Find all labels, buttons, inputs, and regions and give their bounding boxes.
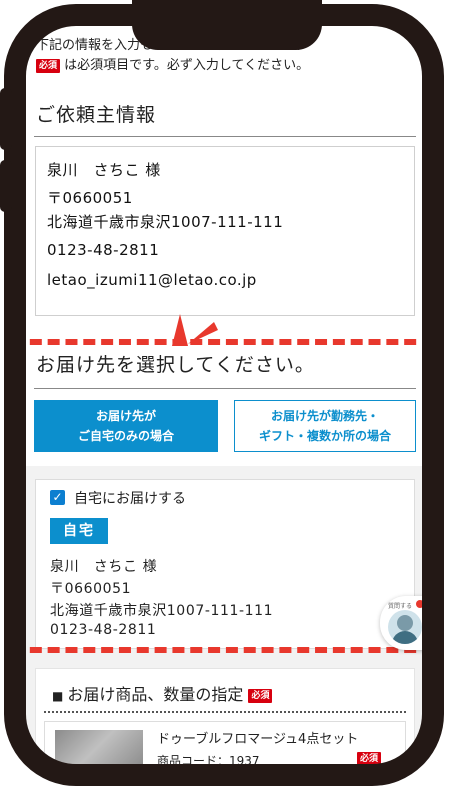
- home-name: 泉川 さちこ 様: [50, 559, 158, 575]
- client-name: 泉川 さちこ 様: [47, 161, 161, 179]
- client-info-box: 泉川 さちこ 様 〒0660051 北海道千歳市泉沢1007-111-111 0…: [35, 146, 415, 316]
- notification-dot: [416, 600, 424, 608]
- phone-mockup: 下記の情報を入力もしくは、ご選択ください。 必須 は必須項目です。必ず入力してく…: [0, 0, 450, 790]
- phone-notch: [132, 0, 322, 50]
- home-tag: 自宅: [50, 518, 108, 544]
- product-code: 商品コード：1937: [157, 754, 260, 764]
- home-address: 北海道千歳市泉沢1007-111-111: [50, 603, 274, 619]
- client-postal: 〒0660051: [47, 189, 133, 207]
- tab-other-delivery[interactable]: お届け先が勤務先・ ギフト・複数か所の場合: [234, 400, 416, 452]
- client-address: 北海道千歳市泉沢1007-111-111: [47, 213, 284, 231]
- phone-side-button: [0, 88, 12, 150]
- products-section: ■ お届け商品、数量の指定 必須 ドゥーブルフロマージュ4点セット 商品コード：1…: [35, 668, 415, 764]
- divider: [34, 388, 416, 389]
- screen: 下記の情報を入力もしくは、ご選択ください。 必須 は必須項目です。必ず入力してく…: [26, 26, 424, 764]
- intro-line-2: 必須 は必須項目です。必ず入力してください。: [36, 56, 416, 76]
- home-address-card: ✓ 自宅にお届けする 自宅 泉川 さちこ 様 〒0660051 北海道千歳市泉沢…: [35, 479, 415, 649]
- client-section-title: ご依頼主情報: [36, 104, 157, 126]
- product-thumbnail: [55, 730, 143, 764]
- product-name: ドゥーブルフロマージュ4点セット: [157, 732, 359, 747]
- home-postal: 〒0660051: [50, 581, 132, 597]
- client-email: letao_izumi11@letao.co.jp: [47, 271, 257, 289]
- client-phone: 0123-48-2811: [47, 241, 160, 259]
- intro-line-2-text: は必須項目です。必ず入力してください。: [64, 58, 310, 73]
- required-badge: 必須: [36, 58, 61, 73]
- home-delivery-checkbox-label[interactable]: 自宅にお届けする: [74, 488, 186, 508]
- dotted-divider: [44, 711, 406, 713]
- phone-side-button: [0, 160, 12, 212]
- products-title-text: お届け商品、数量の指定: [67, 685, 244, 704]
- required-badge: 必須: [248, 688, 273, 703]
- chat-widget-button[interactable]: 質問する: [380, 596, 424, 650]
- tab-home-delivery[interactable]: お届け先が ご自宅のみの場合: [34, 400, 218, 452]
- destination-section-title: お届け先を選択してください。: [36, 354, 315, 376]
- required-badge: 必須: [356, 752, 381, 764]
- operator-avatar-icon: [388, 610, 422, 644]
- home-delivery-checkbox[interactable]: ✓: [50, 490, 65, 505]
- product-item: ドゥーブルフロマージュ4点セット 商品コード：1937 必須: [44, 721, 406, 764]
- square-bullet-icon: ■: [52, 689, 64, 703]
- products-title: ■ お届け商品、数量の指定 必須: [52, 681, 273, 705]
- chat-label: 質問する: [388, 603, 413, 610]
- divider: [34, 136, 416, 137]
- attention-accent-icon: [172, 314, 218, 346]
- home-phone: 0123-48-2811: [50, 622, 157, 638]
